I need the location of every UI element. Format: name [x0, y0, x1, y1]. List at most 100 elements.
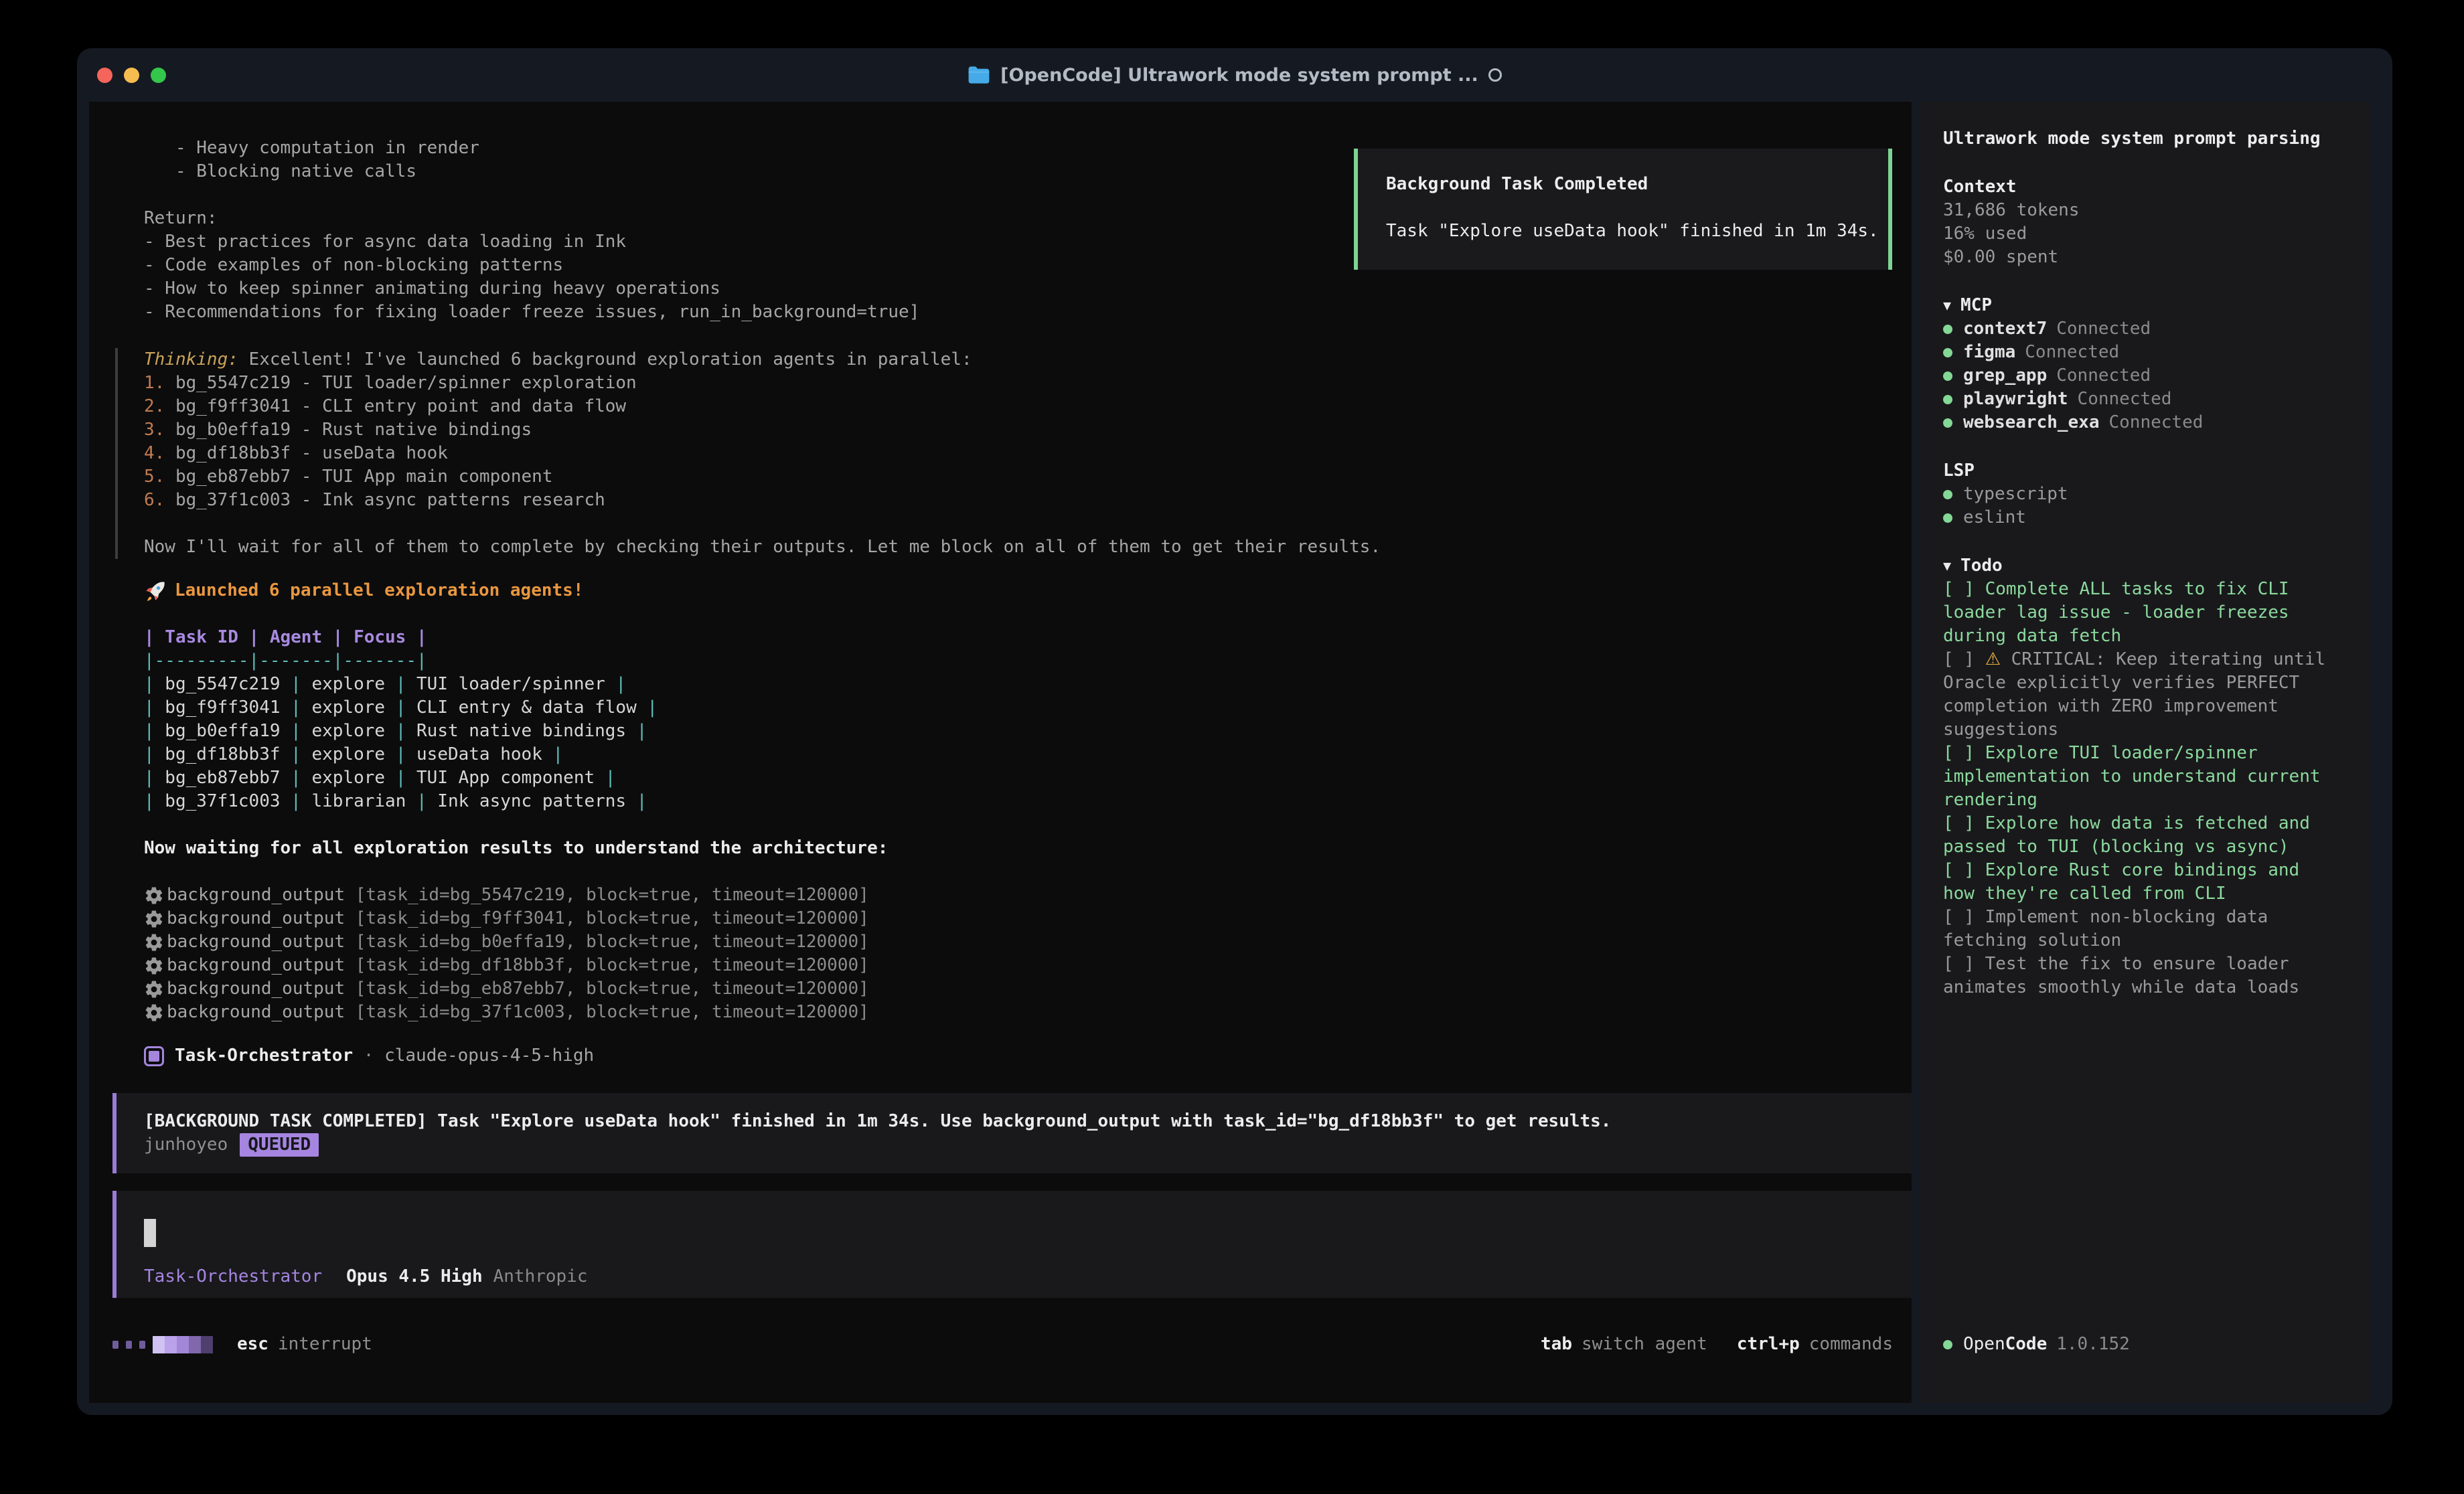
lsp-item-name: typescript [1963, 483, 2068, 506]
input-panel[interactable]: Task-Orchestrator Opus 4.5 High Anthropi… [112, 1191, 1912, 1298]
lsp-item: eslint [1943, 506, 2350, 529]
tool-call-line: background_output [task_id=bg_f9ff3041, … [144, 907, 1912, 930]
thinking-line: 5. bg_eb87ebb7 - TUI App main component [144, 465, 1912, 489]
launch-banner: Launched 6 parallel exploration agents! [144, 579, 1912, 602]
record-circle-icon [1488, 68, 1502, 82]
todo-header[interactable]: ▼ Todo [1943, 554, 2350, 578]
status-dot [1943, 325, 1952, 334]
lsp-section: LSP typescript eslint [1943, 459, 2350, 529]
input-footer: Task-Orchestrator Opus 4.5 High Anthropi… [144, 1265, 588, 1289]
mcp-header-label: MCP [1960, 294, 1992, 317]
notification-title: Background Task Completed [1386, 173, 1864, 196]
launch-banner-text: Launched 6 parallel exploration agents! [175, 579, 583, 602]
message-panel: [BACKGROUND TASK COMPLETED] Task "Explor… [112, 1093, 1912, 1173]
todo-item: [ ] Explore Rust core bindings and how t… [1943, 859, 2331, 906]
sidebar-title: Ultrawork mode system prompt parsing [1943, 127, 2350, 151]
status-dot [1943, 371, 1952, 381]
tool-call-line: background_output [task_id=bg_df18bb3f, … [144, 954, 1912, 977]
window-title-text: [OpenCode] Ultrawork mode system prompt … [1000, 64, 1478, 87]
traffic-lights [97, 48, 166, 102]
spinner [112, 1336, 213, 1353]
tool-output-line: - How to keep spinner animating during h… [144, 277, 1912, 301]
todo-item: [ ] Implement non-blocking data fetching… [1943, 906, 2331, 952]
esc-key-hint: esc [237, 1333, 268, 1356]
mcp-item: figma Connected [1943, 341, 2350, 364]
context-stat: 16% used [1943, 222, 2350, 246]
thinking-line: 2. bg_f9ff3041 - CLI entry point and dat… [144, 395, 1912, 418]
agent-attribution: Task-Orchestrator · claude-opus-4-5-high [144, 1044, 1912, 1068]
transcript[interactable]: - Heavy computation in render - Blocking… [89, 102, 1912, 1403]
thinking-line: 4. bg_df18bb3f - useData hook [144, 442, 1912, 465]
sidebar: Ultrawork mode system prompt parsing Con… [1920, 102, 2370, 1403]
close-button[interactable] [97, 68, 112, 83]
todo-section: ▼ Todo [ ] Complete ALL tasks to fix CLI… [1943, 554, 2350, 999]
mcp-item-status: Connected [2078, 388, 2172, 411]
status-dot [1943, 395, 1952, 404]
minimize-button[interactable] [124, 68, 139, 83]
thinking-line: 1. bg_5547c219 - TUI loader/spinner expl… [144, 371, 1912, 395]
tool-call-line: background_output [task_id=bg_5547c219, … [144, 884, 1912, 907]
thinking-line [144, 512, 1912, 535]
status-dot [1943, 513, 1952, 523]
gear-icon [144, 932, 167, 952]
zoom-button[interactable] [151, 68, 166, 83]
opencode-name-bold: Code [2005, 1333, 2048, 1356]
mcp-item-name: websearch_exa [1963, 411, 2100, 434]
switch-agent-label: switch agent [1582, 1333, 1707, 1356]
mcp-item: context7 Connected [1943, 317, 2350, 341]
thinking-line: 6. bg_37f1c003 - Ink async patterns rese… [144, 489, 1912, 512]
status-dot [1943, 1340, 1952, 1349]
table-line: | Task ID | Agent | Focus | [144, 626, 1912, 649]
mcp-item-name: figma [1963, 341, 2015, 364]
tool-call-list: background_output [task_id=bg_5547c219, … [144, 884, 1912, 1024]
table-line: |---------|-------|-------| [144, 649, 1912, 673]
tool-output-line: - Recommendations for fixing loader free… [144, 301, 1912, 324]
mcp-item-name: playwright [1963, 388, 2068, 411]
thinking-line: Thinking: Excellent! I've launched 6 bac… [144, 348, 1912, 371]
todo-item: [ ] ⚠ CRITICAL: Keep iterating until Ora… [1943, 648, 2331, 742]
mcp-item-name: context7 [1963, 317, 2047, 341]
mcp-item-status: Connected [2109, 411, 2204, 434]
thinking-line: 3. bg_b0effa19 - Rust native bindings [144, 418, 1912, 442]
collapse-triangle-icon: ▼ [1943, 554, 1951, 578]
thinking-block: Thinking: Excellent! I've launched 6 bac… [115, 348, 1912, 559]
collapse-triangle-icon: ▼ [1943, 294, 1951, 317]
todo-item: [ ] Complete ALL tasks to fix CLI loader… [1943, 578, 2331, 648]
status-dot [1943, 348, 1952, 357]
message-text: [BACKGROUND TASK COMPLETED] Task "Explor… [144, 1110, 1893, 1133]
agent-attribution-text: Task-Orchestrator · claude-opus-4-5-high [175, 1044, 594, 1068]
tool-call-line: background_output [task_id=bg_eb87ebb7, … [144, 977, 1912, 1001]
ctrlp-key-hint: ctrl+p [1737, 1333, 1800, 1356]
todo-item: [ ] Test the fix to ensure loader animat… [1943, 952, 2331, 999]
tool-call-line: background_output [task_id=bg_b0effa19, … [144, 930, 1912, 954]
message-meta: junhoyeo QUEUED [144, 1133, 1893, 1157]
mcp-item: grep_app Connected [1943, 364, 2350, 388]
input-cursor [144, 1219, 156, 1247]
context-stat: $0.00 spent [1943, 246, 2350, 269]
input-model[interactable]: Opus 4.5 High [346, 1265, 483, 1289]
titlebar: [OpenCode] Ultrawork mode system prompt … [77, 48, 2392, 102]
status-bar: esc interrupt tab switch agent ctrl+p co… [112, 1333, 1893, 1356]
table-line: | bg_df18bb3f | explore | useData hook | [144, 743, 1912, 766]
main-area: - Heavy computation in render - Blocking… [89, 102, 1912, 1403]
input-provider: Anthropic [493, 1265, 588, 1289]
app-window: [OpenCode] Ultrawork mode system prompt … [77, 48, 2392, 1415]
mcp-header[interactable]: ▼ MCP [1943, 294, 2350, 317]
status-right: tab switch agent ctrl+p commands [1541, 1333, 1893, 1356]
tab-key-hint: tab [1541, 1333, 1572, 1356]
input-agent-name[interactable]: Task-Orchestrator [144, 1265, 322, 1289]
context-section: Context 31,686 tokens16% used$0.00 spent [1943, 175, 2350, 269]
lsp-item-name: eslint [1963, 506, 2026, 529]
todo-header-label: Todo [1960, 554, 2003, 578]
opencode-name: Open [1963, 1333, 2005, 1356]
table-line: | bg_b0effa19 | explore | Rust native bi… [144, 720, 1912, 743]
mcp-item-name: grep_app [1963, 364, 2047, 388]
context-stat: 31,686 tokens [1943, 199, 2350, 222]
context-header: Context [1943, 175, 2350, 199]
gear-icon [144, 1003, 167, 1023]
mcp-item-status: Connected [2056, 364, 2151, 388]
notification-toast[interactable]: Background Task Completed Task "Explore … [1354, 149, 1892, 270]
queued-badge: QUEUED [240, 1133, 319, 1157]
app-version: Open Code 1.0.152 [1943, 1333, 2130, 1356]
gear-icon [144, 979, 167, 999]
